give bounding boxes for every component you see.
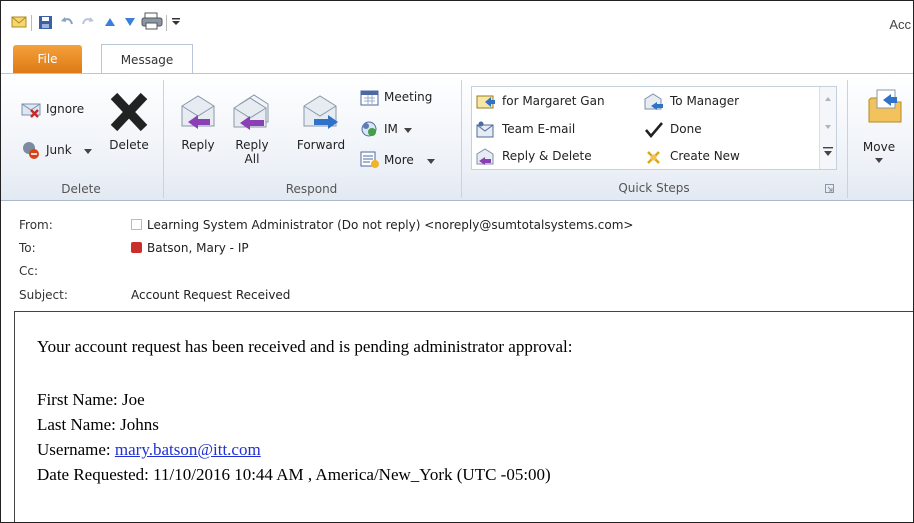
move-label: Move [862, 140, 896, 154]
reply-all-button[interactable]: Reply All [228, 88, 276, 178]
im-icon [361, 121, 377, 137]
quick-step-label: Reply & Delete [502, 149, 592, 163]
reply-button[interactable]: Reply [174, 88, 222, 178]
scroll-arrows-icon [823, 97, 833, 156]
outlook-message-window: Acc File Message Ignore Junk Delete Dele… [0, 0, 914, 523]
chevron-down-icon [404, 128, 412, 133]
group-label-quick-steps: Quick Steps [618, 181, 690, 195]
subject-label: Subject: [19, 288, 68, 302]
window-title: Acc [889, 17, 911, 32]
reply-delete-icon [476, 148, 494, 165]
quick-step-label: To Manager [670, 94, 740, 108]
to-value[interactable]: Batson, Mary - IP [147, 241, 249, 255]
group-separator [847, 80, 848, 198]
chevron-down-icon [875, 158, 883, 163]
checkmark-icon [645, 122, 663, 139]
to-manager-icon [644, 93, 663, 110]
print-icon[interactable] [141, 12, 163, 30]
quick-access-toolbar: Acc [1, 1, 913, 43]
undo-icon[interactable] [60, 15, 74, 29]
body-date-requested: Date Requested: 11/10/2016 10:44 AM , Am… [37, 465, 551, 484]
separator [31, 15, 32, 31]
quick-steps-scrollbar[interactable] [819, 87, 836, 169]
more-label: More [384, 153, 414, 167]
forward-icon [303, 95, 338, 129]
chevron-down-icon [84, 149, 92, 154]
dialog-launcher-icon[interactable] [825, 184, 834, 193]
team-email-icon [476, 121, 494, 138]
respond-group: Reply Reply All Forward Meeting IM More … [164, 74, 459, 200]
previous-item-icon[interactable] [103, 15, 117, 29]
customize-toolbar-dropdown-icon[interactable] [171, 17, 181, 27]
quick-steps-gallery: for Margaret Gan To Manager Team E-mail … [471, 86, 837, 170]
redo-icon[interactable] [81, 15, 95, 29]
username-link[interactable]: mary.batson@itt.com [115, 440, 261, 459]
ribbon: Ignore Junk Delete Delete Reply Reply Al… [1, 73, 913, 201]
quick-step-label: Create New [670, 149, 740, 163]
chevron-down-icon [427, 159, 435, 164]
ignore-icon [21, 103, 41, 118]
quick-step-label: Team E-mail [502, 122, 576, 136]
envelope-icon[interactable] [11, 15, 27, 29]
delete-button[interactable]: Delete [104, 86, 154, 166]
tab-file[interactable]: File [13, 45, 82, 73]
junk-icon [23, 142, 39, 159]
cc-label: Cc: [19, 264, 39, 278]
save-icon[interactable] [38, 15, 53, 30]
from-label: From: [19, 218, 53, 232]
meeting-label: Meeting [384, 90, 433, 104]
forward-label: Forward [296, 138, 346, 152]
meeting-icon [360, 90, 379, 106]
reply-all-label-line2: All [244, 152, 260, 166]
body-intro: Your account request has been received a… [37, 337, 573, 356]
junk-label: Junk [46, 143, 72, 157]
quick-step-label: for Margaret Gan [502, 94, 605, 108]
reply-all-label-line1: Reply [235, 138, 269, 152]
reply-icon [181, 95, 215, 129]
message-body: Your account request has been received a… [14, 311, 913, 522]
body-first-name: First Name: Joe [37, 390, 145, 409]
subject-value: Account Request Received [131, 288, 291, 302]
body-username: Username: mary.batson@itt.com [37, 440, 261, 460]
next-item-icon[interactable] [123, 15, 137, 29]
body-last-name: Last Name: Johns [37, 415, 159, 434]
group-separator [461, 80, 462, 198]
delete-label: Delete [109, 138, 149, 152]
create-new-icon [647, 151, 660, 164]
tab-message[interactable]: Message [101, 44, 193, 74]
move-group: Move [851, 74, 913, 200]
message-header: From: Learning System Administrator (Do … [1, 201, 913, 311]
move-button[interactable]: Move [851, 86, 907, 182]
quick-step-label: Done [670, 122, 702, 136]
im-label: IM [384, 122, 398, 136]
forward-button[interactable]: Forward [290, 88, 352, 178]
group-label-delete: Delete [61, 182, 101, 196]
move-folder-icon [868, 89, 902, 123]
to-label: To: [19, 241, 36, 255]
delete-group: Ignore Junk Delete Delete [1, 74, 161, 200]
ignore-label: Ignore [46, 102, 85, 116]
username-label: Username: [37, 440, 115, 459]
from-value[interactable]: Learning System Administrator (Do not re… [147, 218, 633, 232]
reply-all-icon [233, 94, 269, 130]
forward-to-icon [476, 95, 495, 109]
reply-label: Reply [181, 138, 215, 152]
more-icon [360, 151, 379, 168]
separator [166, 15, 167, 31]
delete-x-icon [110, 92, 148, 132]
presence-indicator [131, 242, 142, 253]
group-label-respond: Respond [285, 182, 338, 196]
presence-indicator [131, 219, 142, 230]
